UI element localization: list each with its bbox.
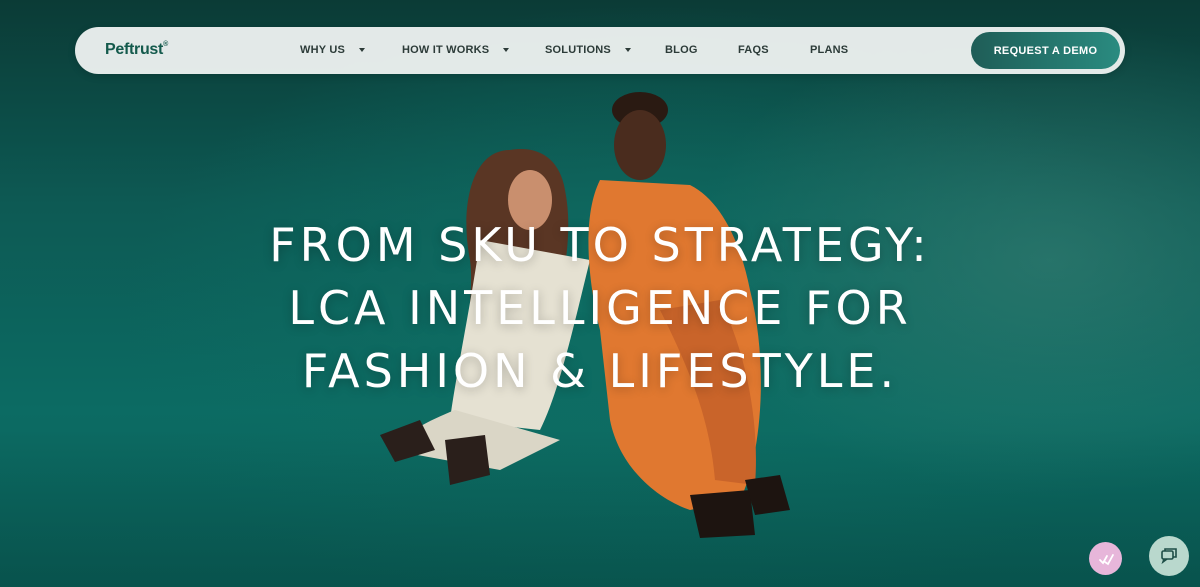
nav-solutions-label: SOLUTIONS xyxy=(545,44,611,56)
caret-down-icon xyxy=(503,48,510,52)
nav-how-it-works[interactable]: HOW IT WORKS xyxy=(402,44,510,56)
nav-faqs-label: FAQS xyxy=(738,44,769,56)
top-navbar: Peftrust® WHY US HOW IT WORKS SOLUTIONS … xyxy=(75,27,1125,74)
checklist-widget-button[interactable] xyxy=(1089,542,1122,575)
nav-why-us[interactable]: WHY US xyxy=(300,44,366,56)
nav-why-us-label: WHY US xyxy=(300,44,346,56)
headline-line-1: FROM SKU TO STRATEGY: xyxy=(269,218,931,272)
brand-name: Peftrust xyxy=(105,41,164,58)
hero-headline: FROM SKU TO STRATEGY: LCA INTELLIGENCE F… xyxy=(200,214,1000,403)
headline-line-2: LCA INTELLIGENCE FOR xyxy=(288,281,912,335)
nav-plans-label: PLANS xyxy=(810,44,849,56)
chat-widget-button[interactable] xyxy=(1149,536,1189,576)
brand-registered-mark: ® xyxy=(163,40,168,48)
brand-logo[interactable]: Peftrust® xyxy=(105,41,168,59)
chat-icon xyxy=(1161,548,1177,565)
nav-blog-label: BLOG xyxy=(665,44,698,56)
request-demo-button[interactable]: REQUEST A DEMO xyxy=(971,32,1120,69)
nav-blog[interactable]: BLOG xyxy=(665,44,698,56)
nav-how-it-works-label: HOW IT WORKS xyxy=(402,44,490,56)
nav-plans[interactable]: PLANS xyxy=(810,44,848,56)
nav-solutions[interactable]: SOLUTIONS xyxy=(545,44,631,56)
nav-faqs[interactable]: FAQS xyxy=(738,44,769,56)
caret-down-icon xyxy=(359,48,366,52)
caret-down-icon xyxy=(624,48,631,52)
checklist-icon xyxy=(1098,553,1114,565)
headline-line-3: FASHION & LIFESTYLE. xyxy=(301,344,899,398)
hero-section: FROM SKU TO STRATEGY: LCA INTELLIGENCE F… xyxy=(0,0,1200,587)
